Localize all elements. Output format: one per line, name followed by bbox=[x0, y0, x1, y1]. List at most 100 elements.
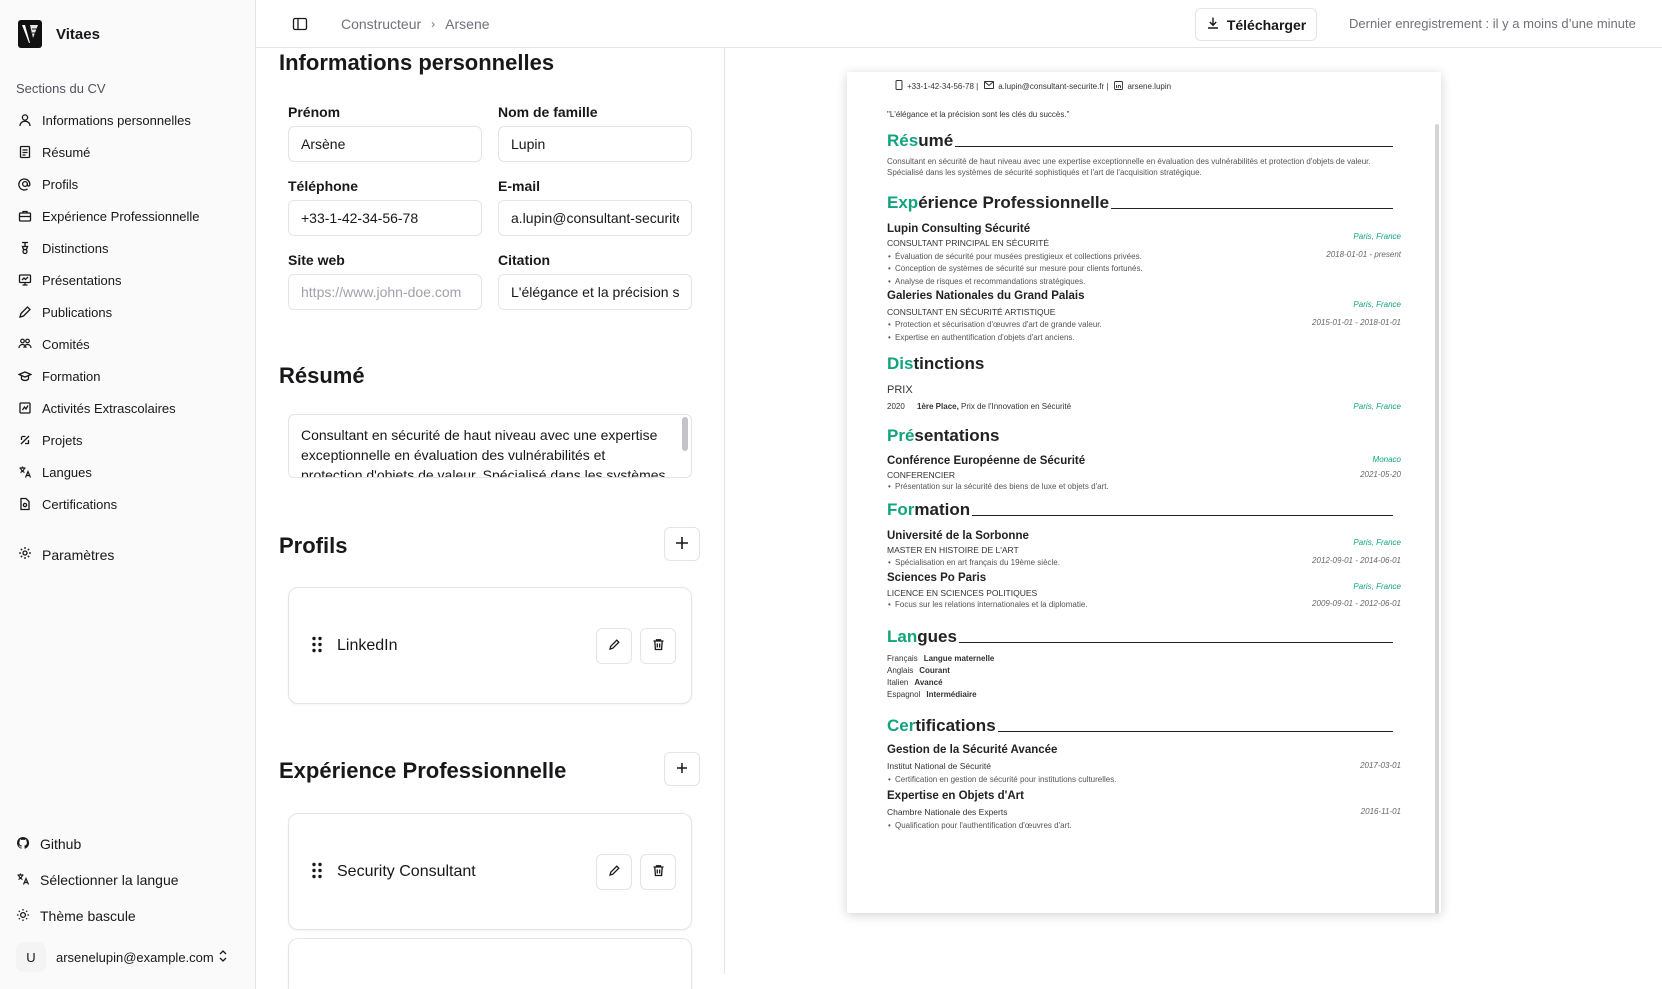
first-name-field[interactable] bbox=[288, 126, 482, 162]
resume-exp-bullet: Expertise en authentification d'objets d… bbox=[888, 333, 1075, 342]
resume-summary-text: Consultant en sécurité de haut niveau av… bbox=[887, 157, 1371, 177]
breadcrumb: Constructeur › Arsene bbox=[341, 16, 490, 32]
sidebar-item-label: Certifications bbox=[42, 496, 118, 512]
download-button[interactable]: Télécharger bbox=[1195, 8, 1317, 41]
resume-presentation-location: Monaco bbox=[1372, 455, 1401, 464]
sidebar-item-profiles[interactable]: Profils bbox=[14, 168, 242, 200]
profile-card[interactable]: LinkedIn bbox=[288, 587, 692, 704]
resume-phone: +33-1-42-34-56-78 | bbox=[907, 81, 979, 91]
last-name-label: Nom de famille bbox=[498, 104, 598, 120]
resume-edu-degree: MASTER EN HISTOIRE DE L'ART bbox=[887, 545, 1019, 555]
sidebar-item-education[interactable]: Formation bbox=[14, 360, 242, 392]
app-name: Vitaes bbox=[56, 25, 100, 43]
resume-exp-location: Paris, France bbox=[1353, 232, 1401, 241]
experience-card[interactable]: Security Consultant bbox=[288, 813, 692, 930]
chevrons-up-down-icon bbox=[218, 949, 228, 966]
at-icon bbox=[18, 177, 32, 191]
linkedin-icon bbox=[1114, 80, 1124, 92]
phone-icon bbox=[895, 80, 903, 92]
resume-award-year: 2020 bbox=[887, 402, 905, 411]
resume-language: Espagnol Intermédiaire bbox=[887, 690, 977, 699]
sections-label: Sections du CV bbox=[16, 81, 106, 96]
sidebar-item-label: Distinctions bbox=[42, 240, 109, 256]
sidebar-item-label: Formation bbox=[42, 368, 101, 384]
sidebar-item-languages[interactable]: Langues bbox=[14, 456, 242, 488]
plus-icon bbox=[674, 535, 690, 554]
experience-card[interactable] bbox=[288, 938, 692, 989]
delete-profile-button[interactable] bbox=[640, 627, 676, 664]
download-label: Télécharger bbox=[1226, 16, 1307, 33]
trash-icon bbox=[652, 638, 665, 654]
sidebar-item-label: Comités bbox=[42, 336, 90, 352]
award-icon bbox=[18, 241, 32, 255]
brand[interactable]: Vitaes bbox=[18, 20, 100, 48]
resume-experience-heading: Exp érience Professionnelle bbox=[887, 189, 1393, 213]
summary-textarea[interactable]: Consultant en sécurité de haut niveau av… bbox=[288, 414, 692, 478]
resume-exp-role: CONSULTANT EN SÉCURITÉ ARTISTIQUE bbox=[887, 307, 1056, 317]
preview-scrollbar[interactable] bbox=[1435, 124, 1439, 914]
resume-presentation-role: CONFERENCIER bbox=[887, 470, 956, 480]
breadcrumb-builder[interactable]: Constructeur bbox=[341, 16, 421, 32]
sidebar-item-experience[interactable]: Expérience Professionnelle bbox=[14, 200, 242, 232]
sidebar-item-awards[interactable]: Distinctions bbox=[14, 232, 242, 264]
resume-quote: "L'élégance et la précision sont les clé… bbox=[887, 110, 1070, 119]
sidebar-item-presentations[interactable]: Présentations bbox=[14, 264, 242, 296]
edit-profile-button[interactable] bbox=[596, 627, 632, 664]
sidebar-item-personal-info[interactable]: Informations personnelles bbox=[14, 104, 242, 136]
last-name-field[interactable] bbox=[498, 126, 692, 162]
add-profile-button[interactable] bbox=[664, 527, 700, 561]
sidebar-item-certifications[interactable]: Certifications bbox=[14, 488, 242, 520]
resume-exp-bullet: Évaluation de sécurité pour musées prest… bbox=[888, 252, 1142, 261]
quote-field[interactable] bbox=[498, 274, 692, 310]
first-name-label: Prénom bbox=[288, 104, 341, 120]
drag-handle-icon[interactable] bbox=[311, 635, 323, 656]
resume-award-location: Paris, France bbox=[1353, 402, 1401, 411]
resume-presentation-title: Conférence Européenne de Sécurité bbox=[887, 455, 1086, 467]
delete-experience-button[interactable] bbox=[640, 853, 676, 890]
pencil-icon bbox=[608, 864, 621, 880]
sidebar-item-publications[interactable]: Publications bbox=[14, 296, 242, 328]
plus-icon bbox=[675, 761, 689, 778]
graduation-cap-icon bbox=[18, 369, 32, 383]
profiles-title: Profils bbox=[279, 533, 348, 558]
sidebar-item-label: Présentations bbox=[42, 272, 122, 288]
resume-preview[interactable]: +33-1-42-34-56-78 | a.lupin@consultant-s… bbox=[847, 72, 1441, 913]
sidebar-item-projects[interactable]: Projets bbox=[14, 424, 242, 456]
presentation-icon bbox=[18, 273, 32, 287]
textarea-scrollbar[interactable] bbox=[682, 417, 688, 451]
sidebar-item-committees[interactable]: Comités bbox=[14, 328, 242, 360]
edit-experience-button[interactable] bbox=[596, 853, 632, 890]
github-link[interactable]: Github bbox=[16, 826, 244, 862]
settings-link[interactable]: Paramètres bbox=[18, 546, 114, 563]
mail-icon bbox=[984, 81, 995, 91]
resume-edu-location: Paris, France bbox=[1353, 538, 1401, 547]
sidebar-toggle-icon[interactable] bbox=[292, 16, 308, 32]
resume-cert-title: Expertise en Objets d'Art bbox=[887, 790, 1024, 802]
pencil-icon bbox=[608, 638, 621, 654]
add-experience-button[interactable] bbox=[664, 752, 700, 786]
github-icon bbox=[16, 836, 30, 853]
phone-field[interactable] bbox=[288, 200, 482, 236]
resume-linkedin: arsene.lupin bbox=[1127, 81, 1172, 91]
sidebar: Vitaes Sections du CV Informations perso… bbox=[0, 0, 256, 989]
sidebar-item-label: Publications bbox=[42, 304, 113, 320]
email-label: E-mail bbox=[498, 178, 541, 194]
website-field[interactable] bbox=[288, 274, 482, 310]
language-label: Sélectionner la langue bbox=[40, 872, 179, 888]
sidebar-item-label: Langues bbox=[42, 464, 92, 480]
sidebar-item-summary[interactable]: Résumé bbox=[14, 136, 242, 168]
resume-exp-date: 2018-01-01 - present bbox=[1326, 250, 1401, 259]
drag-handle-icon[interactable] bbox=[311, 861, 323, 882]
language-selector[interactable]: Sélectionner la langue bbox=[16, 862, 244, 898]
website-label: Site web bbox=[288, 252, 345, 268]
sidebar-item-extracurricular[interactable]: Activités Extrascolaires bbox=[14, 392, 242, 424]
resume-cert-issuer: Institut National de Sécurité bbox=[887, 761, 991, 771]
resume-exp-role: CONSULTANT PRINCIPAL EN SÉCURITÉ bbox=[887, 238, 1049, 248]
theme-toggle[interactable]: Thème bascule bbox=[16, 898, 244, 934]
resume-edu-bullet: Focus sur les relations internationales … bbox=[888, 600, 1088, 609]
user-menu[interactable]: U arsenelupin@example.com bbox=[16, 941, 244, 973]
projects-icon bbox=[18, 433, 32, 447]
email-field[interactable] bbox=[498, 200, 692, 236]
resume-edu-location: Paris, France bbox=[1353, 582, 1401, 591]
resume-cert-bullet: Certification en gestion de sécurité pou… bbox=[888, 775, 1116, 784]
